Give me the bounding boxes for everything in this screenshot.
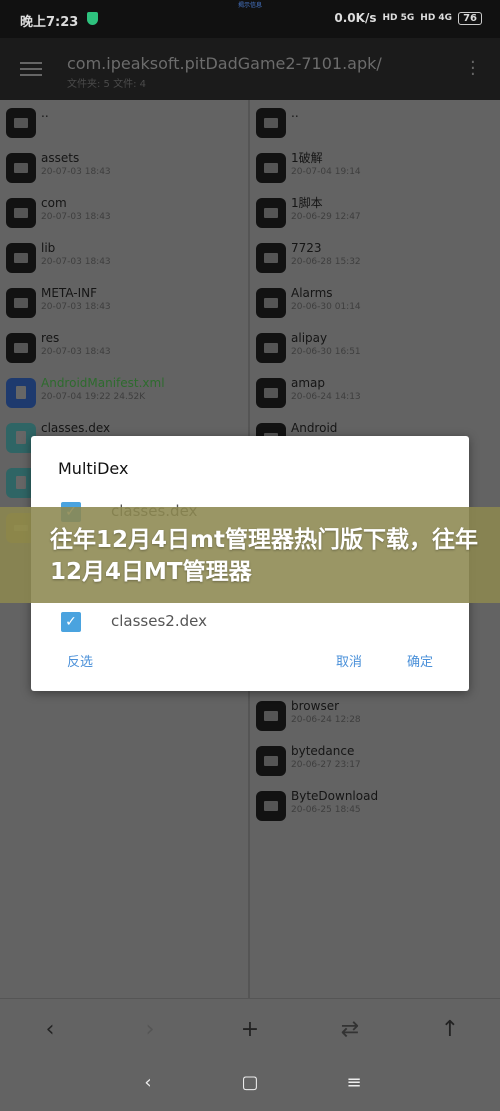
bottom-toolbar: ‹ › + ⇄ ↑ bbox=[0, 998, 500, 1060]
shield-icon bbox=[87, 12, 98, 25]
file-date: 20-07-04 19:14 bbox=[291, 167, 361, 177]
file-row[interactable]: res 20-07-03 18:43 bbox=[0, 325, 248, 370]
file-row[interactable]: Alarms 20-06-30 01:14 bbox=[250, 280, 498, 325]
folder-icon bbox=[6, 243, 36, 273]
ok-button[interactable]: 确定 bbox=[407, 651, 433, 670]
dex-option[interactable]: classes2.dex bbox=[111, 612, 207, 630]
file-date: 20-06-25 18:45 bbox=[291, 805, 361, 815]
checkbox-checked-icon[interactable]: ✓ bbox=[61, 612, 81, 632]
battery-icon: 76 bbox=[458, 11, 482, 25]
file-date: 20-07-03 18:43 bbox=[41, 347, 111, 357]
file-row[interactable]: browser 20-06-24 12:28 bbox=[250, 693, 498, 738]
file-date: 20-06-27 23:17 bbox=[291, 760, 361, 770]
nav-recents-icon[interactable]: ≡ bbox=[339, 1072, 369, 1093]
file-name: 1破解 bbox=[291, 151, 323, 165]
file-row[interactable]: amap 20-06-24 14:13 bbox=[250, 370, 498, 415]
file-date: 20-07-03 18:43 bbox=[41, 212, 111, 222]
file-date: 20-06-30 16:51 bbox=[291, 347, 361, 357]
file-name: META-INF bbox=[41, 286, 98, 300]
nav-home-icon[interactable]: ▢ bbox=[235, 1072, 265, 1093]
folder-icon bbox=[256, 378, 286, 408]
more-options-icon[interactable]: · · · bbox=[470, 54, 476, 84]
file-name: .. bbox=[291, 106, 299, 120]
file-name: alipay bbox=[291, 331, 328, 345]
signal-4g-icon: HD 4G bbox=[420, 13, 453, 23]
swap-icon[interactable]: ⇄ bbox=[330, 1017, 370, 1042]
file-name: ByteDownload bbox=[291, 789, 379, 803]
file-date: 20-06-29 12:47 bbox=[291, 212, 361, 222]
file-name: browser bbox=[291, 699, 340, 713]
file-name: AndroidManifest.xml bbox=[41, 376, 165, 390]
file-date: 20-07-03 18:43 bbox=[41, 302, 111, 312]
file-date: 20-07-03 18:43 bbox=[41, 257, 111, 267]
file-date: 20-06-30 01:14 bbox=[291, 302, 361, 312]
folder-icon bbox=[256, 746, 286, 776]
file-row[interactable]: ByteDownload 20-06-25 18:45 bbox=[250, 783, 498, 828]
folder-icon bbox=[256, 243, 286, 273]
folder-icon bbox=[256, 153, 286, 183]
notice-text: 揭示信息 bbox=[238, 2, 263, 9]
file-date: 20-06-24 12:28 bbox=[291, 715, 361, 725]
arrow-up-icon[interactable]: ↑ bbox=[430, 1017, 470, 1042]
folder-icon bbox=[6, 333, 36, 363]
file-date: 20-07-04 19:22 24.52K bbox=[41, 392, 146, 402]
folder-icon bbox=[256, 701, 286, 731]
file-name: classes.dex bbox=[41, 421, 111, 435]
file-name: 7723 bbox=[291, 241, 322, 255]
file-name: assets bbox=[41, 151, 80, 165]
menu-icon[interactable] bbox=[20, 62, 42, 76]
folder-icon bbox=[256, 198, 286, 228]
file-name: com bbox=[41, 196, 67, 210]
file-row[interactable]: 1脚本 20-06-29 12:47 bbox=[250, 190, 498, 235]
file-row[interactable]: lib 20-07-03 18:43 bbox=[0, 235, 248, 280]
file-name: res bbox=[41, 331, 60, 345]
file-row[interactable]: assets 20-07-03 18:43 bbox=[0, 145, 248, 190]
signal-5g-icon: HD 5G bbox=[382, 13, 415, 23]
folder-icon bbox=[6, 288, 36, 318]
file-date: 20-06-28 15:32 bbox=[291, 257, 361, 267]
folder-icon bbox=[256, 333, 286, 363]
nav-back-icon[interactable]: ‹ bbox=[133, 1072, 163, 1093]
file-name: lib bbox=[41, 241, 56, 255]
net-speed: 0.0K/s bbox=[334, 11, 377, 25]
file-row[interactable]: 7723 20-06-28 15:32 bbox=[250, 235, 498, 280]
status-time: 晚上7:23 bbox=[20, 15, 79, 30]
xml-file-icon bbox=[6, 378, 36, 408]
folder-icon bbox=[256, 791, 286, 821]
file-name: amap bbox=[291, 376, 326, 390]
file-row[interactable]: .. bbox=[0, 100, 248, 145]
path-summary: 文件夹: 5 文件: 4 bbox=[67, 79, 146, 90]
app-header: com.ipeaksoft.pitDadGame2-7101.apk/ 文件夹:… bbox=[0, 38, 500, 100]
file-name: 1脚本 bbox=[291, 196, 323, 210]
file-name: Android bbox=[291, 421, 338, 435]
folder-icon bbox=[256, 288, 286, 318]
system-nav-bar: ‹ ▢ ≡ bbox=[0, 1060, 500, 1111]
file-row[interactable]: bytedance 20-06-27 23:17 bbox=[250, 738, 498, 783]
file-name: bytedance bbox=[291, 744, 355, 758]
folder-icon bbox=[6, 198, 36, 228]
path-title: com.ipeaksoft.pitDadGame2-7101.apk/ bbox=[67, 54, 382, 73]
plus-icon[interactable]: + bbox=[230, 1017, 270, 1042]
cancel-button[interactable]: 取消 bbox=[336, 651, 362, 670]
file-row[interactable]: 1破解 20-07-04 19:14 bbox=[250, 145, 498, 190]
status-bar: 揭示信息 晚上7:23 0.0K/s HD 5G HD 4G 76 bbox=[0, 0, 500, 38]
folder-icon bbox=[6, 153, 36, 183]
file-row[interactable]: .. bbox=[250, 100, 498, 145]
file-row[interactable]: alipay 20-06-30 16:51 bbox=[250, 325, 498, 370]
file-row[interactable]: com 20-07-03 18:43 bbox=[0, 190, 248, 235]
file-date: 20-07-03 18:43 bbox=[41, 167, 111, 177]
file-row[interactable]: META-INF 20-07-03 18:43 bbox=[0, 280, 248, 325]
folder-icon bbox=[6, 108, 36, 138]
dialog-title: MultiDex bbox=[58, 459, 129, 478]
file-name: .. bbox=[41, 106, 49, 120]
invert-selection-button[interactable]: 反选 bbox=[67, 651, 93, 670]
chevron-left-icon[interactable]: ‹ bbox=[30, 1017, 70, 1042]
chevron-right-icon[interactable]: › bbox=[130, 1017, 170, 1042]
folder-icon bbox=[256, 108, 286, 138]
file-date: 20-06-24 14:13 bbox=[291, 392, 361, 402]
file-name: Alarms bbox=[291, 286, 333, 300]
file-row[interactable]: AndroidManifest.xml 20-07-04 19:22 24.52… bbox=[0, 370, 248, 415]
overlay-banner: 往年12月4日mt管理器热门版下载，往年12月4日MT管理器 bbox=[0, 507, 500, 603]
